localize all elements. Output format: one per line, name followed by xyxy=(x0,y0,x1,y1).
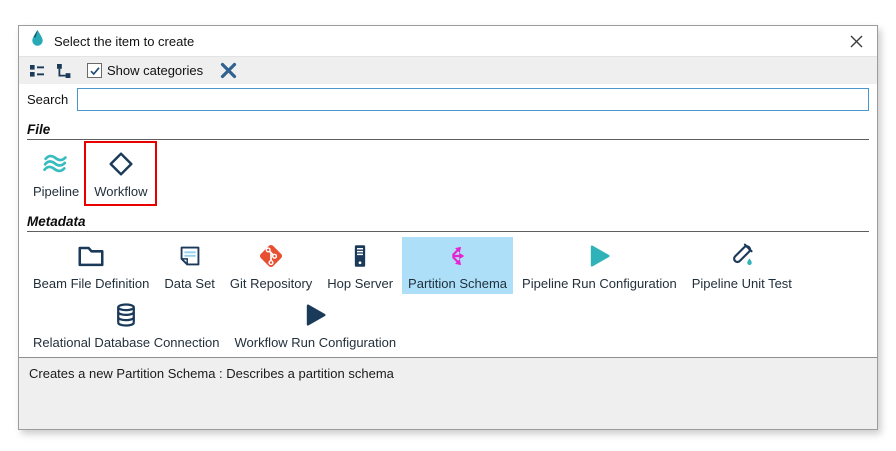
toolbar: Show categories xyxy=(19,56,877,84)
create-item-dialog: Select the item to create xyxy=(18,25,878,430)
dialog-title: Select the item to create xyxy=(54,34,194,49)
status-text: Creates a new Partition Schema : Describ… xyxy=(29,366,394,381)
show-categories-label: Show categories xyxy=(107,63,203,78)
item-list: File Pipeline xyxy=(19,115,877,357)
checkmark-icon xyxy=(89,65,101,77)
item-pipeline-unit-test[interactable]: Pipeline Unit Test xyxy=(686,237,798,294)
metadata-items-row: Beam File Definition Data Set xyxy=(27,237,869,353)
item-label: Hop Server xyxy=(327,276,393,291)
tree-view-icon[interactable] xyxy=(54,61,74,81)
folder-icon xyxy=(76,241,106,271)
server-icon xyxy=(345,241,375,271)
item-label: Pipeline Run Configuration xyxy=(522,276,677,291)
item-pipeline-run-configuration[interactable]: Pipeline Run Configuration xyxy=(516,237,683,294)
item-beam-file-definition[interactable]: Beam File Definition xyxy=(27,237,155,294)
section-header-file: File xyxy=(27,122,869,140)
show-categories-checkbox[interactable]: Show categories xyxy=(87,63,203,78)
item-workflow[interactable]: Workflow xyxy=(88,145,153,202)
item-workflow-run-configuration[interactable]: Workflow Run Configuration xyxy=(228,296,402,353)
flat-view-icon[interactable] xyxy=(27,61,47,81)
play-navy-icon xyxy=(300,300,330,330)
play-teal-icon xyxy=(584,241,614,271)
hop-logo-icon xyxy=(29,29,46,53)
search-row: Search xyxy=(19,84,877,115)
item-partition-schema[interactable]: Partition Schema xyxy=(402,237,513,294)
database-icon xyxy=(111,300,141,330)
pipeline-waves-icon xyxy=(41,149,71,179)
item-label: Partition Schema xyxy=(408,276,507,291)
item-label: Git Repository xyxy=(230,276,312,291)
item-label: Data Set xyxy=(164,276,215,291)
git-icon xyxy=(256,241,286,271)
section-header-metadata: Metadata xyxy=(27,214,869,232)
workflow-diamond-icon xyxy=(106,149,136,179)
item-data-set[interactable]: Data Set xyxy=(158,237,221,294)
clear-search-icon[interactable] xyxy=(218,61,238,81)
close-icon[interactable] xyxy=(845,30,867,52)
item-git-repository[interactable]: Git Repository xyxy=(224,237,318,294)
search-label: Search xyxy=(27,92,68,107)
item-label: Relational Database Connection xyxy=(33,335,219,350)
item-label: Beam File Definition xyxy=(33,276,149,291)
partition-arrows-icon xyxy=(443,241,473,271)
item-hop-server[interactable]: Hop Server xyxy=(321,237,399,294)
status-bar: Creates a new Partition Schema : Describ… xyxy=(19,358,877,429)
title-bar: Select the item to create xyxy=(19,26,877,56)
item-label: Workflow Run Configuration xyxy=(234,335,396,350)
item-label: Pipeline Unit Test xyxy=(692,276,792,291)
test-tube-icon xyxy=(727,241,757,271)
item-pipeline[interactable]: Pipeline xyxy=(27,145,85,202)
checkbox-box[interactable] xyxy=(87,63,102,78)
file-items-row: Pipeline Workflow xyxy=(27,145,869,202)
search-input[interactable] xyxy=(77,88,869,111)
note-icon xyxy=(175,241,205,271)
item-label: Pipeline xyxy=(33,184,79,199)
item-label: Workflow xyxy=(94,184,147,199)
item-relational-database-connection[interactable]: Relational Database Connection xyxy=(27,296,225,353)
